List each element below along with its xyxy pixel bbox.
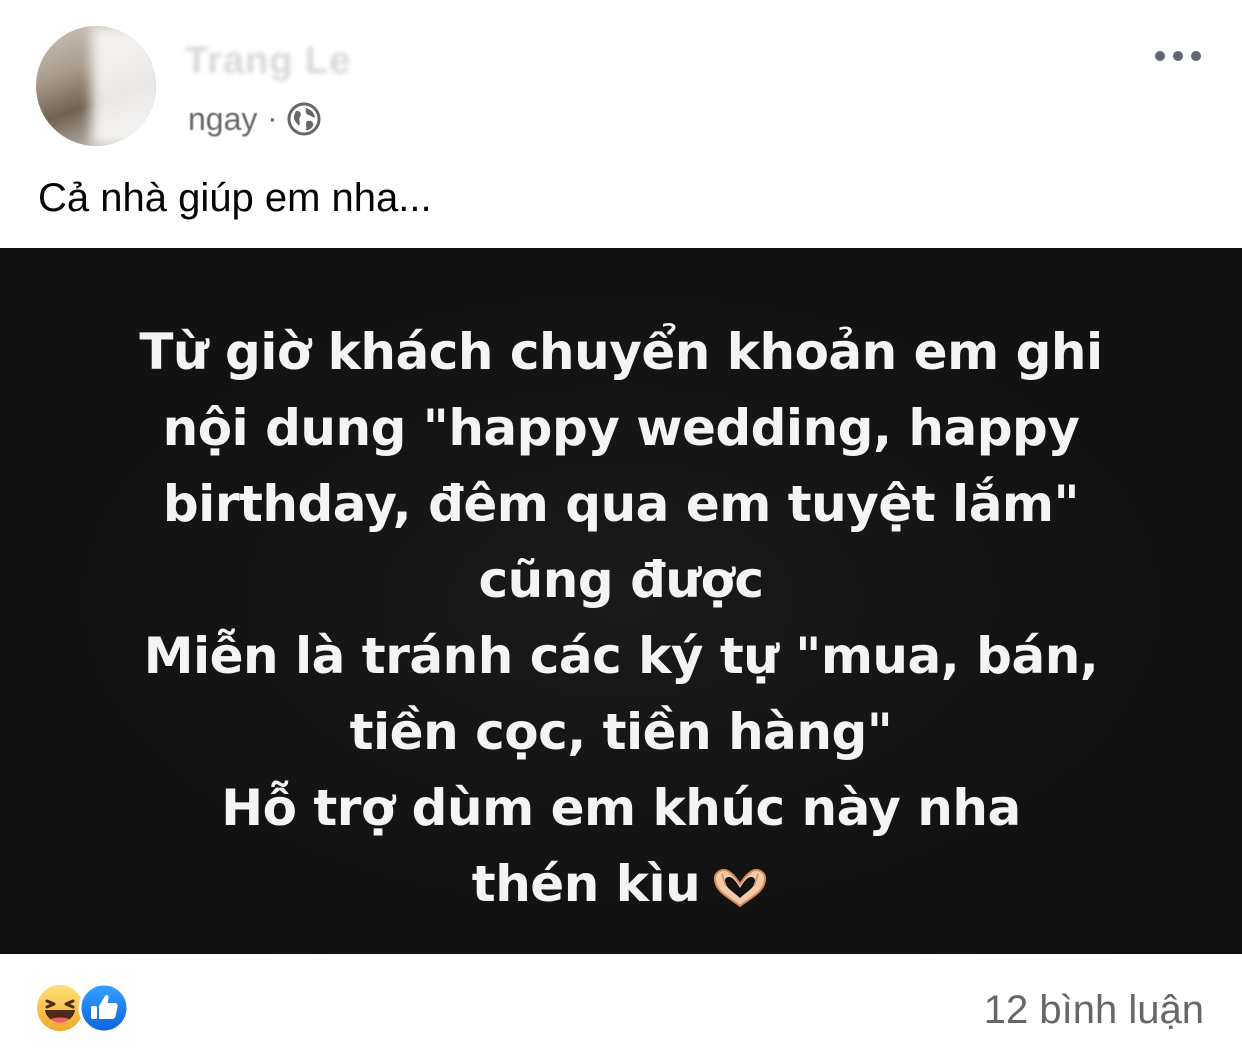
post-header: Trang Le ngay · [0, 0, 1242, 160]
like-reaction-icon [78, 982, 130, 1034]
image-text: Từ giờ khách chuyển khoản em ghi nội dun… [90, 314, 1152, 922]
reaction-summary[interactable] [34, 982, 144, 1034]
post-image[interactable]: Từ giờ khách chuyển khoản em ghi nội dun… [0, 248, 1242, 954]
image-text-line: Từ giờ khách chuyển khoản em ghi [139, 323, 1103, 381]
image-text-line: tiền cọc, tiền hàng" [349, 703, 893, 761]
image-text-line: Miễn là tránh các ký tự "mua, bán, [143, 627, 1099, 685]
image-text-line: birthday, đêm qua em tuyệt lắm" [162, 475, 1080, 533]
more-options-icon [1155, 51, 1165, 61]
post-caption: Cả nhà giúp em nha... [38, 176, 432, 220]
image-text-last-line: thén kìu [90, 846, 1152, 922]
globe-icon [287, 102, 321, 136]
heart-hands-icon [714, 868, 767, 907]
image-text-line: cũng được [478, 551, 764, 609]
image-text-line: nội dung "happy wedding, happy [162, 399, 1080, 457]
post-meta: ngay · [188, 96, 321, 142]
post-footer: 12 bình luận [0, 954, 1242, 1064]
author-name[interactable]: Trang Le [185, 40, 351, 83]
meta-separator: · [267, 102, 278, 135]
post-timestamp[interactable]: ngay [188, 101, 257, 138]
image-text-line: thén kìu [471, 855, 701, 913]
more-options-icon-dot [1191, 51, 1201, 61]
avatar-blur [91, 26, 156, 146]
avatar[interactable] [36, 26, 156, 146]
image-text-line: Hỗ trợ dùm em khúc này nha [221, 779, 1021, 837]
comment-count-link[interactable]: 12 bình luận [984, 988, 1204, 1033]
more-options-button[interactable] [1148, 38, 1208, 74]
more-options-icon-dot [1173, 51, 1183, 61]
